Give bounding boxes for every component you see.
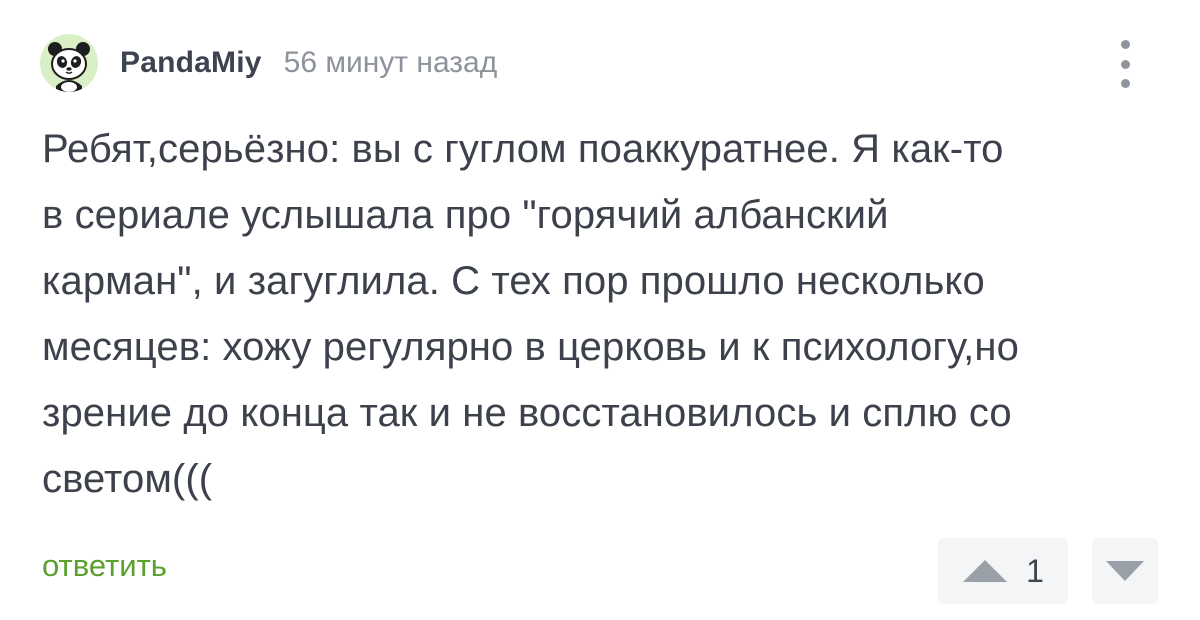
author-name[interactable]: PandaMiy [120, 46, 262, 80]
downvote-button[interactable] [1092, 538, 1158, 604]
more-options-button[interactable] [1108, 40, 1142, 88]
comment-header: PandaMiy 56 минут назад [40, 34, 497, 92]
comment-body: Ребят,серьёзно: вы с гуглом поаккуратнее… [42, 127, 1019, 501]
more-vertical-icon [1120, 40, 1130, 88]
triangle-down-icon [1106, 561, 1144, 581]
panda-icon [48, 42, 90, 92]
upvote-button[interactable]: 1 [938, 538, 1068, 604]
comment: PandaMiy 56 минут назад Ребят,серьёзно: … [0, 0, 1200, 620]
triangle-up-icon [963, 560, 1008, 582]
avatar[interactable] [40, 34, 98, 92]
reply-button[interactable]: ответить [42, 548, 167, 584]
rating-count: 1 [1026, 552, 1044, 589]
comment-timestamp: 56 минут назад [283, 46, 498, 79]
